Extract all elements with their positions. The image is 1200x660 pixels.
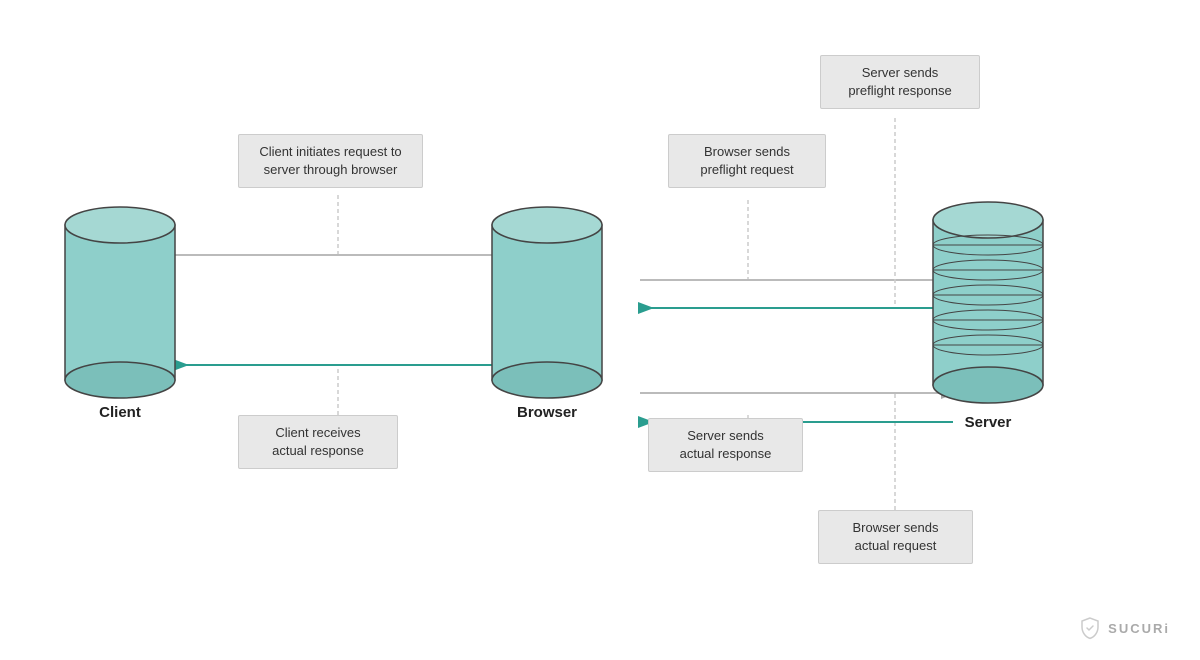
diagram-container: Client Browser Server [0,0,1200,660]
sucuri-brand: SUCURi [1078,616,1170,640]
client-entity: Client [60,200,180,421]
server-label: Server [965,414,1012,431]
server-entity: Server [928,195,1048,431]
client-label: Client [99,404,141,421]
desc-server-actual-resp: Server sendsactual response [648,418,803,472]
sucuri-text: SUCURi [1108,621,1170,636]
desc-client-initiates: Client initiates request toserver throug… [238,134,423,188]
browser-label: Browser [517,404,577,421]
sucuri-shield-icon [1078,616,1102,640]
desc-client-actual-resp: Client receivesactual response [238,415,398,469]
browser-entity: Browser [487,200,607,421]
desc-browser-preflight-req: Browser sendspreflight request [668,134,826,188]
desc-browser-actual-req: Browser sendsactual request [818,510,973,564]
desc-server-preflight-resp: Server sendspreflight response [820,55,980,109]
